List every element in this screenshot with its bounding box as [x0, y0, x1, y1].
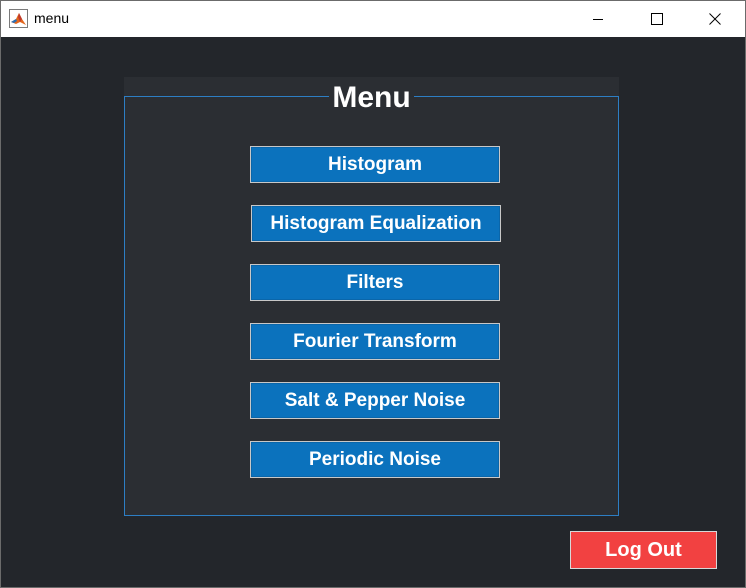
close-icon [709, 13, 721, 25]
maximize-icon [651, 13, 663, 25]
minimize-icon [593, 19, 603, 20]
app-window: menu Menu Histogram Histogram Equalizati… [0, 0, 746, 588]
client-area: Menu Histogram Histogram Equalization Fi… [1, 37, 745, 587]
window-title: menu [34, 10, 70, 26]
menu-panel: Menu Histogram Histogram Equalization Fi… [124, 77, 619, 516]
title-bar[interactable]: menu [1, 1, 745, 37]
fourier-transform-button[interactable]: Fourier Transform [250, 323, 500, 360]
minimize-button[interactable] [569, 1, 627, 37]
histogram-equalization-button[interactable]: Histogram Equalization [251, 205, 501, 242]
periodic-noise-button[interactable]: Periodic Noise [250, 441, 500, 478]
salt-pepper-noise-button[interactable]: Salt & Pepper Noise [250, 382, 500, 419]
matlab-icon [9, 9, 28, 28]
close-button[interactable] [686, 1, 744, 37]
maximize-button[interactable] [628, 1, 686, 37]
histogram-button[interactable]: Histogram [250, 146, 500, 183]
filters-button[interactable]: Filters [250, 264, 500, 301]
logout-button[interactable]: Log Out [570, 531, 717, 569]
